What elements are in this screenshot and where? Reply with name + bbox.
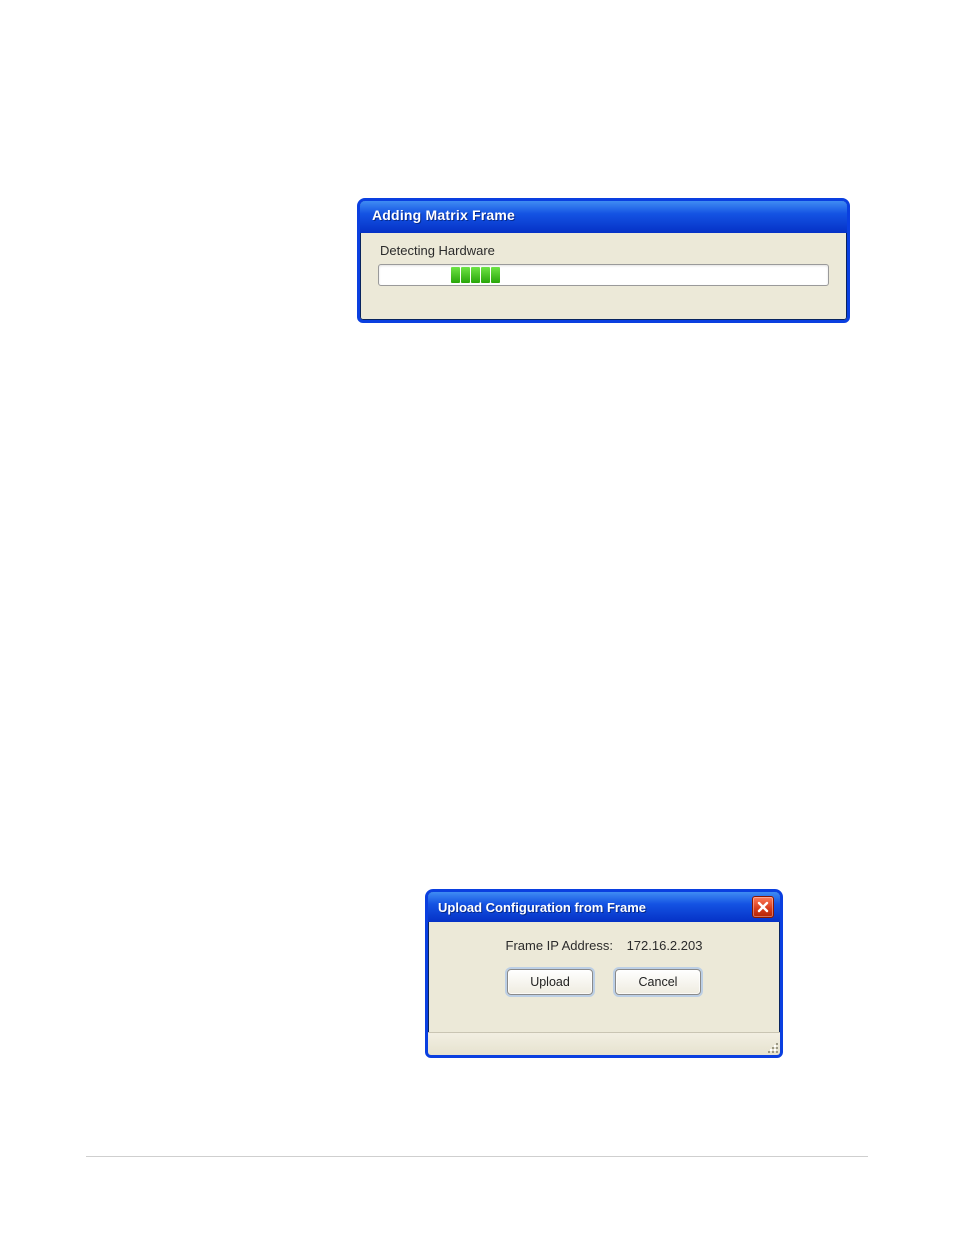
dialog-titlebar[interactable]: Adding Matrix Frame [360, 201, 847, 233]
dialog-titlebar[interactable]: Upload Configuration from Frame [428, 892, 780, 922]
progress-block [461, 267, 470, 283]
progress-block [471, 267, 480, 283]
page-footer-divider [86, 1156, 868, 1157]
frame-ip-value: 172.16.2.203 [627, 938, 703, 953]
resize-grip-icon[interactable] [764, 1039, 778, 1053]
dialog-body: Detecting Hardware [360, 233, 847, 300]
dialog-title: Adding Matrix Frame [372, 207, 515, 223]
dialog-title: Upload Configuration from Frame [438, 900, 752, 915]
progress-bar [378, 264, 829, 286]
upload-configuration-dialog: Upload Configuration from Frame Frame IP… [425, 889, 783, 1058]
progress-block [491, 267, 500, 283]
cancel-button[interactable]: Cancel [615, 969, 701, 995]
dialog-button-row: Upload Cancel [507, 969, 701, 995]
dialog-body: Frame IP Address: 172.16.2.203 Upload Ca… [428, 922, 780, 1032]
upload-button[interactable]: Upload [507, 969, 593, 995]
close-icon [757, 901, 769, 913]
progress-block [451, 267, 460, 283]
frame-ip-label: Frame IP Address: [506, 938, 613, 953]
progress-block [481, 267, 490, 283]
adding-matrix-frame-dialog: Adding Matrix Frame Detecting Hardware [357, 198, 850, 323]
progress-status-text: Detecting Hardware [380, 243, 829, 258]
progress-bar-track-spacer [382, 267, 450, 283]
dialog-statusbar [428, 1032, 780, 1055]
frame-ip-row: Frame IP Address: 172.16.2.203 [506, 938, 703, 953]
close-button[interactable] [752, 896, 774, 918]
